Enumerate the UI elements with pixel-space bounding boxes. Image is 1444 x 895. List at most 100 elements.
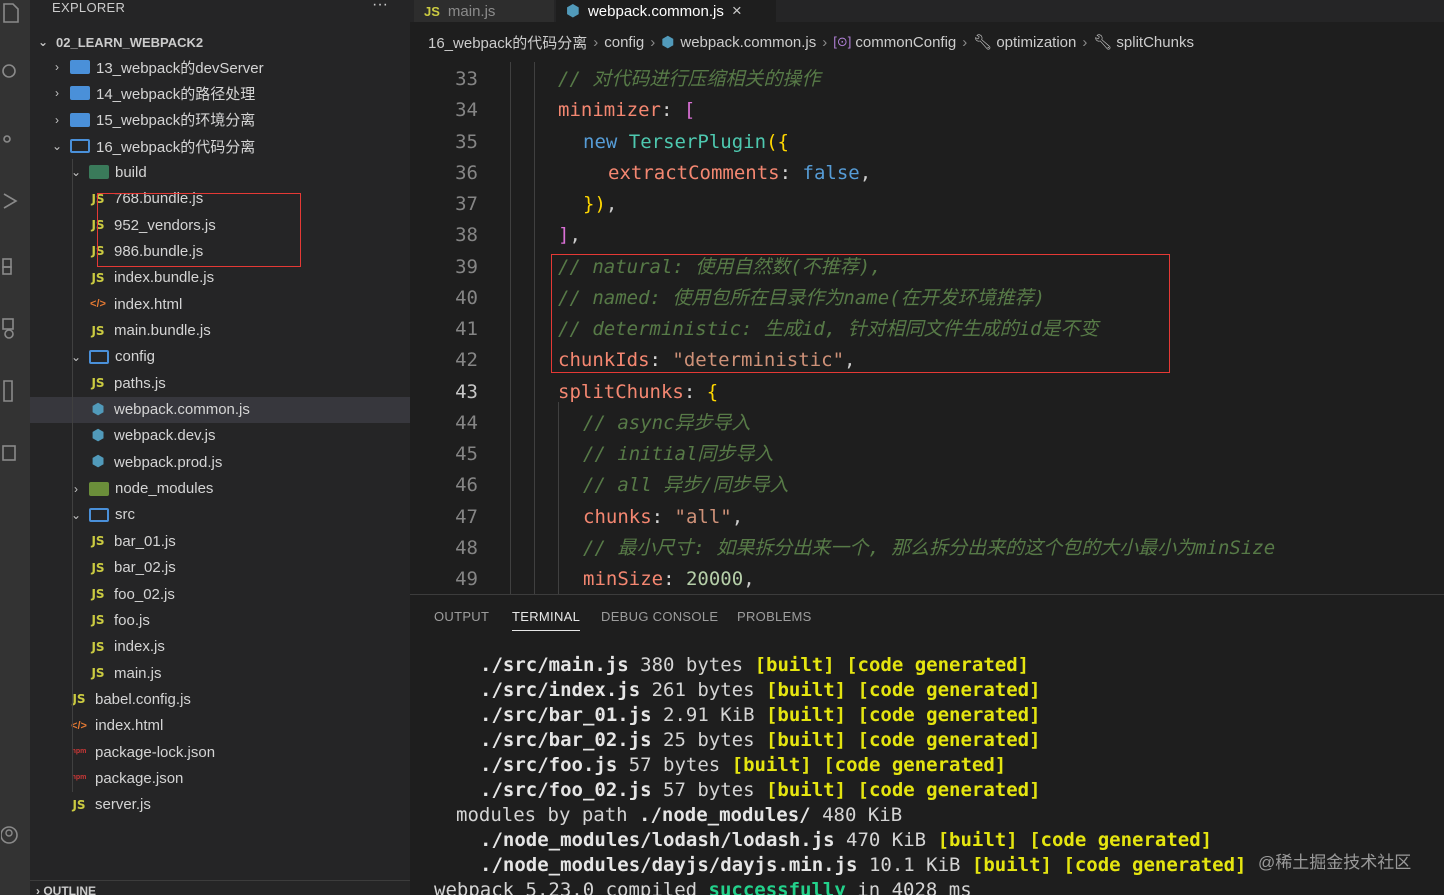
tree-item-paths-js[interactable]: JS paths.js bbox=[30, 370, 410, 396]
tree-item-bar-01-js[interactable]: JS bar_01.js bbox=[30, 528, 410, 554]
tree-item-label: main.js bbox=[114, 664, 162, 682]
tree-item-babel-config-js[interactable]: JS babel.config.js bbox=[30, 686, 410, 712]
tab-output[interactable]: OUTPUT bbox=[434, 609, 489, 624]
tab-debug-console[interactable]: DEBUG CONSOLE bbox=[601, 609, 718, 624]
account-icon[interactable] bbox=[0, 824, 22, 846]
tree-item-config[interactable]: ⌄ config bbox=[30, 344, 410, 370]
tree-item-index-bundle-js[interactable]: JS index.bundle.js bbox=[30, 265, 410, 291]
tree-item-label: index.html bbox=[114, 295, 183, 313]
database-icon[interactable] bbox=[0, 442, 22, 464]
code-line[interactable]: 36 extractComments: false, bbox=[410, 158, 1444, 189]
terminal-line: ./src/bar_01.js 2.91 KiB [built] [code g… bbox=[480, 704, 1041, 726]
code-line[interactable]: 48 // 最小尺寸: 如果拆分出来一个, 那么拆分出来的这个包的大小最小为min… bbox=[410, 533, 1444, 564]
tree-item-package-json[interactable]: npm package.json bbox=[30, 765, 410, 791]
tree-item-index-html[interactable]: </> index.html bbox=[30, 291, 410, 317]
chevron-right-icon[interactable]: › bbox=[50, 60, 64, 74]
code-line[interactable]: 35 new TerserPlugin({ bbox=[410, 127, 1444, 158]
breadcrumb-item-commonconfig[interactable]: commonConfig bbox=[855, 34, 956, 51]
line-number: 36 bbox=[455, 161, 478, 184]
code-line[interactable]: 34 minimizer: [ bbox=[410, 95, 1444, 126]
code-line[interactable]: 44 // async异步导入 bbox=[410, 408, 1444, 439]
breadcrumb-item-splitchunks[interactable]: splitChunks bbox=[1116, 34, 1194, 51]
line-number: 42 bbox=[455, 349, 478, 372]
tree-item-foo-js[interactable]: JS foo.js bbox=[30, 607, 410, 633]
tab-main-js[interactable]: JS main.js bbox=[414, 0, 554, 22]
code-line[interactable]: 37}), bbox=[410, 189, 1444, 220]
code-text: }), bbox=[583, 193, 618, 215]
tree-item-build[interactable]: ⌄ build bbox=[30, 159, 410, 185]
terminal-line: ./src/index.js 261 bytes [built] [code g… bbox=[480, 679, 1041, 701]
tree-item-main-js[interactable]: JS main.js bbox=[30, 660, 410, 686]
tab-webpack-common-js[interactable]: ⬢ webpack.common.js × bbox=[556, 0, 776, 22]
tree-item-webpack-dev-js[interactable]: ⬢ webpack.dev.js bbox=[30, 423, 410, 449]
book-icon[interactable] bbox=[0, 380, 22, 402]
extensions-icon[interactable] bbox=[0, 254, 22, 276]
line-number: 48 bbox=[455, 536, 478, 559]
source-control-icon[interactable] bbox=[0, 128, 22, 150]
tree-item-node-modules[interactable]: › node_modules bbox=[30, 476, 410, 502]
code-line[interactable]: 40 // named: 使用包所在目录作为name(在开发环境推荐) bbox=[410, 283, 1444, 314]
code-line[interactable]: 45 // initial同步导入 bbox=[410, 439, 1444, 470]
js-file-icon: JS bbox=[91, 270, 105, 285]
tree-item-label: 768.bundle.js bbox=[114, 190, 204, 208]
tree-item-index-html[interactable]: </> index.html bbox=[30, 713, 410, 739]
chevron-right-icon[interactable]: › bbox=[50, 113, 64, 127]
code-line[interactable]: 38], bbox=[410, 220, 1444, 251]
breadcrumb-item-optimization[interactable]: optimization bbox=[996, 34, 1076, 51]
tree-item-foo-02-js[interactable]: JS foo_02.js bbox=[30, 581, 410, 607]
indent-guide bbox=[534, 62, 535, 594]
close-icon[interactable]: × bbox=[732, 1, 742, 21]
tree-item-15-webpack[interactable]: › 15_webpack的环境分离 bbox=[30, 107, 410, 133]
code-line[interactable]: 46 // all 异步/同步导入 bbox=[410, 470, 1444, 501]
webpack-icon: ⬢ bbox=[566, 3, 580, 20]
code-editor[interactable]: 33 // 对代码进行压缩相关的操作 34 minimizer: [35 new Ter… bbox=[410, 62, 1444, 594]
tree-item-bar-02-js[interactable]: JS bar_02.js bbox=[30, 555, 410, 581]
line-number: 37 bbox=[455, 193, 478, 215]
tab-terminal[interactable]: TERMINAL bbox=[512, 609, 581, 631]
tree-item-package-lock-json[interactable]: npm package-lock.json bbox=[30, 739, 410, 765]
tree-item-webpack-common-js[interactable]: ⬢ webpack.common.js bbox=[30, 396, 410, 423]
tree-item-768-bundle-js[interactable]: JS 768.bundle.js bbox=[30, 186, 410, 212]
breadcrumb-item-config[interactable]: config bbox=[604, 34, 644, 51]
search-icon[interactable] bbox=[0, 62, 22, 84]
code-line[interactable]: 33 // 对代码进行压缩相关的操作 bbox=[410, 64, 1444, 95]
chevron-right-icon: › bbox=[962, 33, 968, 51]
tree-item-webpack-prod-js[interactable]: ⬢ webpack.prod.js bbox=[30, 449, 410, 475]
more-actions-icon[interactable]: ··· bbox=[372, 0, 388, 14]
indent-guide bbox=[72, 370, 73, 476]
tab-problems[interactable]: PROBLEMS bbox=[737, 609, 812, 624]
indent-guide bbox=[510, 62, 511, 594]
project-root[interactable]: ⌄ 02_LEARN_WEBPACK2 bbox=[30, 30, 410, 54]
tab-label: main.js bbox=[447, 2, 496, 20]
tree-item-986-bundle-js[interactable]: JS 986.bundle.js bbox=[30, 238, 410, 264]
tree-item-16-webpack[interactable]: ⌄ 16_webpack的代码分离 bbox=[30, 133, 410, 159]
tree-item-14-webpack[interactable]: › 14_webpack的路径处理 bbox=[30, 80, 410, 106]
tree-item-13-webpack-devserver[interactable]: › 13_webpack的devServer bbox=[30, 54, 410, 80]
code-text: // named: 使用包所在目录作为name(在开发环境推荐) bbox=[558, 286, 1046, 309]
tree-item-index-js[interactable]: JS index.js bbox=[30, 634, 410, 660]
code-line[interactable]: 39 // natural: 使用自然数(不推荐), bbox=[410, 252, 1444, 283]
tab-label: webpack.common.js bbox=[587, 2, 724, 20]
breadcrumb-item-folder[interactable]: 16_webpack的代码分离 bbox=[428, 32, 587, 53]
tree-item-src[interactable]: ⌄ src bbox=[30, 502, 410, 528]
outline-section[interactable]: › OUTLINE bbox=[30, 880, 410, 895]
line-number: 43 bbox=[455, 380, 478, 403]
code-line[interactable]: 49 minSize: 20000, bbox=[410, 564, 1444, 594]
outline-label: OUTLINE bbox=[43, 884, 97, 895]
tree-item-main-bundle-js[interactable]: JS main.bundle.js bbox=[30, 318, 410, 344]
code-line[interactable]: 43 splitChunks: { bbox=[410, 377, 1444, 408]
remote-explorer-icon[interactable] bbox=[0, 318, 22, 340]
tree-item-server-js[interactable]: JS server.js bbox=[30, 792, 410, 818]
code-line[interactable]: 47 chunks: "all", bbox=[410, 502, 1444, 533]
chevron-right-icon[interactable]: › bbox=[50, 86, 64, 100]
chevron-down-icon[interactable]: ⌄ bbox=[50, 139, 64, 153]
line-number: 41 bbox=[455, 318, 478, 340]
folder-icon bbox=[89, 165, 109, 180]
run-debug-icon[interactable] bbox=[0, 190, 22, 212]
breadcrumb-item-file[interactable]: webpack.common.js bbox=[680, 34, 816, 51]
files-icon[interactable] bbox=[0, 2, 22, 24]
code-line[interactable]: 42 chunkIds: "deterministic", bbox=[410, 345, 1444, 376]
tree-item-952-vendors-js[interactable]: JS 952_vendors.js bbox=[30, 212, 410, 238]
code-line[interactable]: 41 // deterministic: 生成id, 针对相同文件生成的id是不变 bbox=[410, 314, 1444, 345]
tree-item-label: index.js bbox=[114, 638, 165, 656]
